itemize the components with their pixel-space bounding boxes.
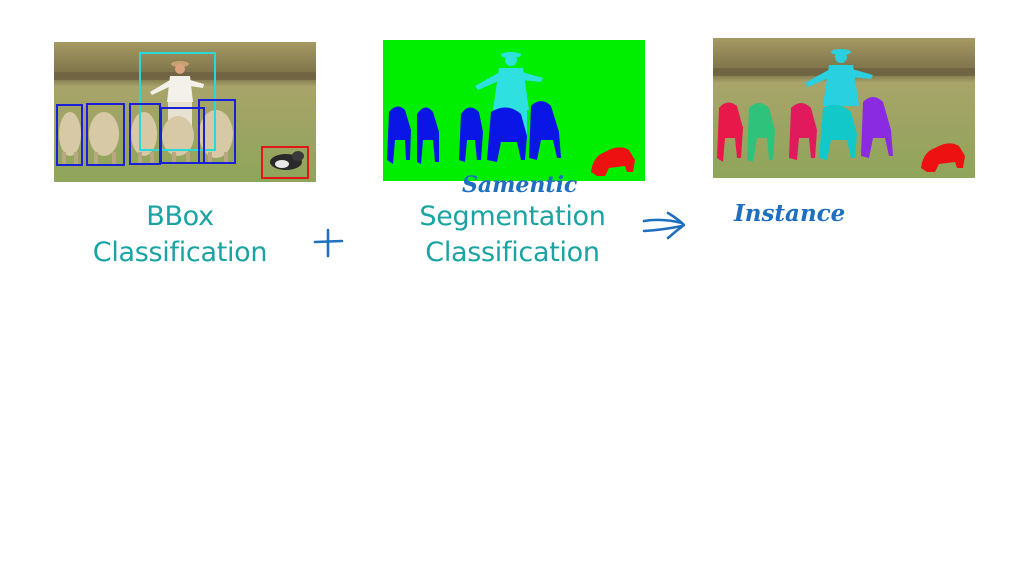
bbox-detection-image xyxy=(54,42,316,182)
bbox-classification-caption: BBox Classification xyxy=(80,199,280,271)
caption-line-bbox: BBox xyxy=(146,201,214,232)
double-arrow-icon xyxy=(642,211,686,240)
instance-segmentation-image xyxy=(713,38,975,178)
caption-line-classification: Classification xyxy=(425,237,600,268)
handwritten-instance-label: Instance xyxy=(734,200,846,227)
semantic-segmentation-image xyxy=(383,40,645,181)
handwritten-semantic-label: Samentic xyxy=(462,172,578,198)
caption-line-segmentation: Segmentation xyxy=(419,201,606,232)
segmentation-classification-caption: Segmentation Classification xyxy=(405,199,620,271)
plus-icon xyxy=(313,228,344,258)
caption-line-classification: Classification xyxy=(92,237,268,268)
